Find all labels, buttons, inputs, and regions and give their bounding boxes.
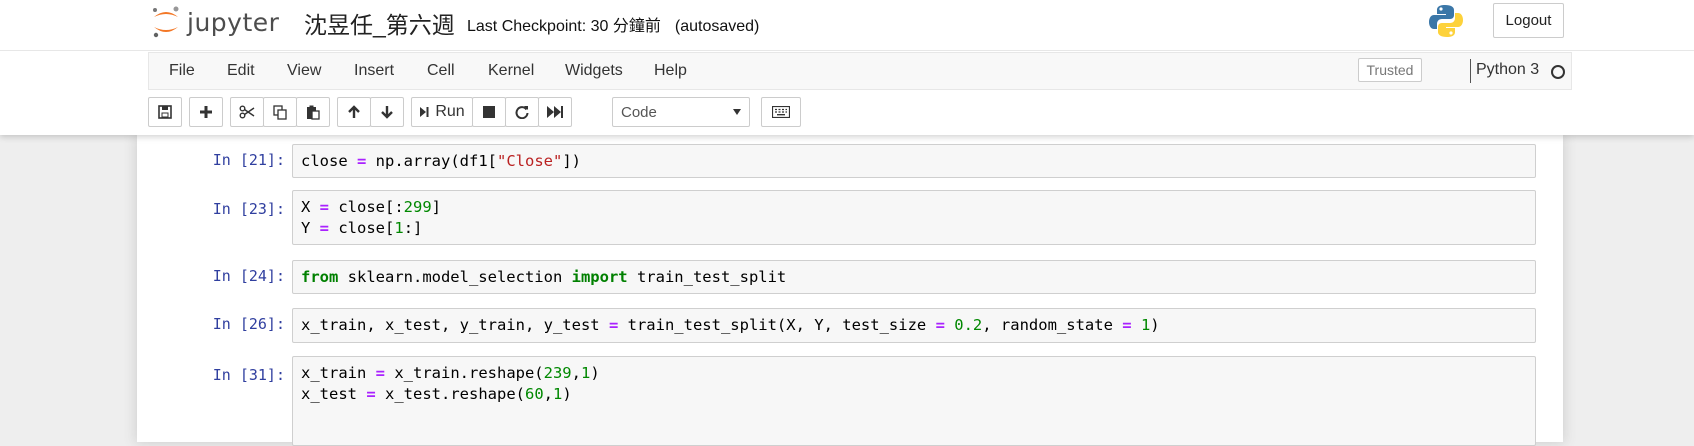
menu-insert[interactable]: Insert	[354, 62, 394, 80]
stop-icon	[483, 106, 495, 118]
fast-forward-icon	[547, 106, 563, 118]
arrow-down-icon	[381, 106, 393, 119]
step-forward-icon	[420, 107, 429, 117]
cell-prompt: In [26]:	[212, 315, 285, 333]
command-palette-button[interactable]	[761, 97, 801, 127]
notebook-name[interactable]: 沈昱任_第六週	[304, 6, 455, 40]
trusted-indicator[interactable]: Trusted	[1358, 58, 1422, 82]
code-input[interactable]: X = close[:299] Y = close[1:]	[292, 190, 1536, 245]
restart-run-all-button[interactable]	[538, 97, 572, 127]
menu-cell[interactable]: Cell	[427, 62, 455, 80]
code-input[interactable]: x_train = x_train.reshape(239,1) x_test …	[292, 356, 1536, 446]
move-down-button[interactable]	[370, 97, 404, 127]
code-input[interactable]: x_train, x_test, y_train, y_test = train…	[292, 308, 1536, 343]
notebook-container: In [21]: close = np.array(df1["Close"]) …	[137, 135, 1563, 446]
arrow-up-icon	[348, 105, 360, 118]
jupyter-logo-icon	[153, 6, 179, 38]
paste-button[interactable]	[296, 97, 330, 127]
kernel-idle-icon	[1551, 65, 1565, 79]
interrupt-button[interactable]	[472, 97, 506, 127]
cell-type-select[interactable]: Code	[612, 97, 750, 127]
copy-icon	[272, 104, 287, 120]
logout-button[interactable]: Logout	[1493, 3, 1564, 38]
insert-cell-button[interactable]	[189, 97, 223, 127]
menu-view[interactable]: View	[287, 62, 321, 80]
logo-text: jupyter	[187, 7, 280, 37]
checkpoint-status: Last Checkpoint: 30 分鐘前 (autosaved)	[467, 12, 759, 36]
kernel-name: Python 3	[1476, 61, 1540, 78]
cell-prompt: In [24]:	[212, 267, 285, 285]
menu-widgets[interactable]: Widgets	[565, 62, 623, 80]
copy-button[interactable]	[263, 97, 297, 127]
cell-prompt: In [21]:	[212, 151, 285, 169]
code-input[interactable]: from sklearn.model_selection import trai…	[292, 260, 1536, 294]
jupyter-logo[interactable]: jupyter	[151, 4, 279, 40]
menu-edit[interactable]: Edit	[227, 62, 255, 80]
menu-bar: File Edit View Insert Cell Kernel Widget…	[148, 52, 1572, 90]
code-text: x_train = x_train.reshape(239,1) x_test …	[301, 364, 600, 403]
python-logo-icon	[1428, 3, 1464, 44]
checkpoint-text: Last Checkpoint: 30 分鐘前	[467, 18, 661, 35]
keyboard-icon	[772, 106, 790, 118]
notebook-header: jupyter 沈昱任_第六週 Last Checkpoint: 30 分鐘前 (…	[0, 0, 1694, 135]
paste-icon	[306, 105, 320, 120]
plus-icon	[200, 106, 212, 118]
code-text: close = np.array(df1["Close"])	[301, 152, 581, 170]
top-bar: jupyter 沈昱任_第六週 Last Checkpoint: 30 分鐘前 (…	[0, 0, 1694, 51]
cell-prompt: In [23]:	[212, 200, 285, 218]
code-text: X = close[:299] Y = close[1:]	[301, 198, 442, 237]
code-text: x_train, x_test, y_train, y_test = train…	[301, 316, 1160, 334]
move-up-button[interactable]	[337, 97, 371, 127]
menu-kernel[interactable]: Kernel	[488, 62, 534, 80]
save-button[interactable]	[148, 97, 182, 127]
autosave-status: (autosaved)	[674, 18, 760, 35]
cut-icon	[239, 105, 255, 119]
code-input[interactable]: close = np.array(df1["Close"])	[292, 144, 1536, 178]
chevron-down-icon	[733, 109, 741, 115]
run-label: Run	[435, 103, 465, 120]
menu-file[interactable]: File	[169, 62, 195, 80]
cut-button[interactable]	[230, 97, 264, 127]
code-text: from sklearn.model_selection import trai…	[301, 268, 787, 286]
menu-help[interactable]: Help	[654, 62, 687, 80]
cell-type-value: Code	[621, 103, 657, 121]
restart-button[interactable]	[505, 97, 539, 127]
run-button[interactable]: Run	[411, 97, 473, 127]
kernel-separator	[1470, 59, 1471, 83]
restart-icon	[515, 106, 529, 119]
save-icon	[158, 105, 172, 119]
cell-prompt: In [31]:	[212, 366, 285, 384]
toolbar: Run Code	[148, 97, 1572, 129]
